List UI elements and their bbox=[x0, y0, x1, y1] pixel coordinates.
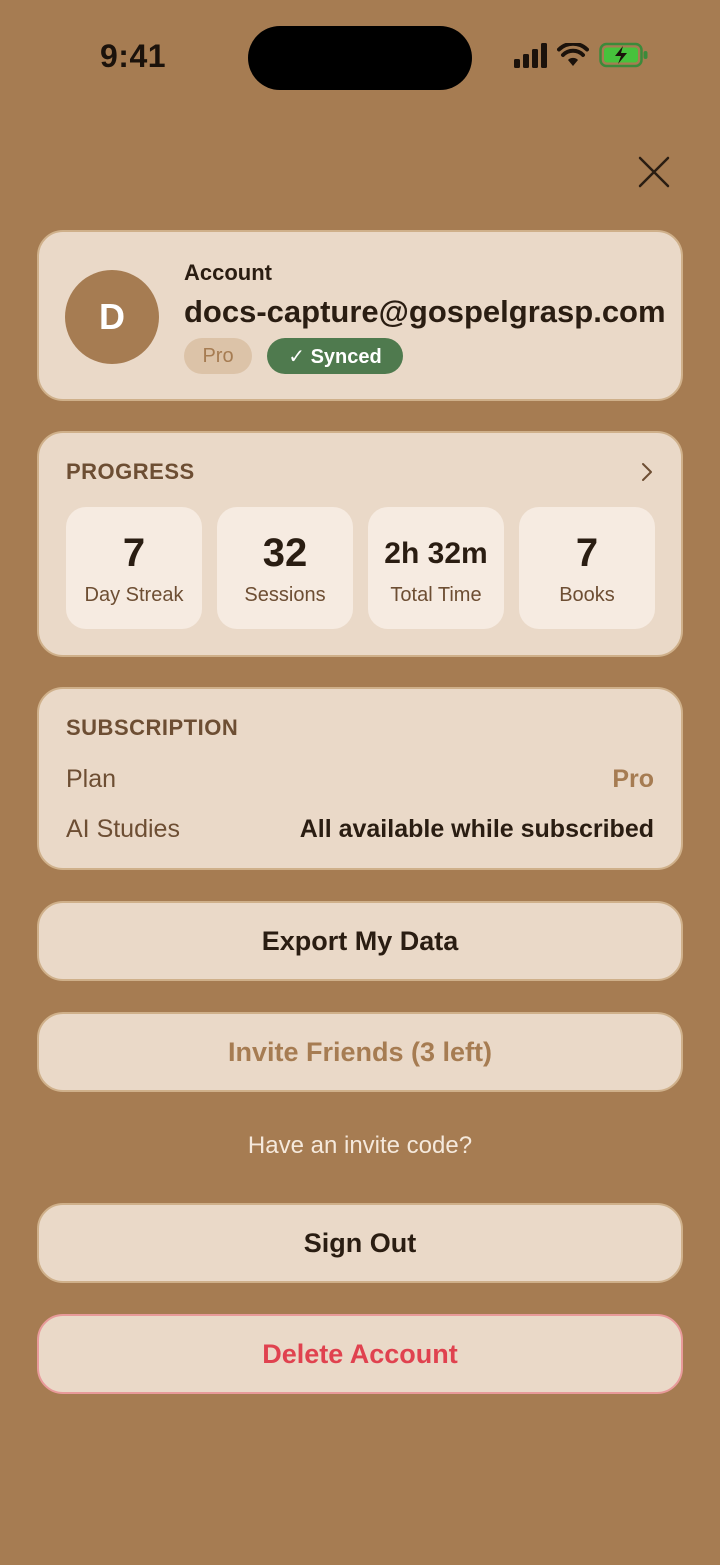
progress-title: PROGRESS bbox=[66, 459, 195, 484]
plan-badge: Pro bbox=[184, 338, 252, 374]
stat-value: 7 bbox=[122, 531, 146, 575]
stat-value: 7 bbox=[575, 531, 599, 575]
invite-code-link[interactable]: Have an invite code? bbox=[0, 1132, 720, 1160]
subscription-card: SUBSCRIPTION Plan Pro AI Studies All ava… bbox=[37, 687, 683, 870]
ai-studies-value: All available while subscribed bbox=[299, 815, 654, 843]
plan-label: Plan bbox=[66, 765, 117, 793]
stat-label: Sessions bbox=[244, 584, 326, 606]
avatar: D bbox=[65, 270, 159, 364]
ai-studies-label: AI Studies bbox=[66, 815, 180, 843]
stat-day-streak: 7 Day Streak bbox=[66, 507, 202, 629]
account-label: Account bbox=[184, 260, 272, 285]
dynamic-island bbox=[248, 26, 472, 90]
battery-charging-icon bbox=[599, 42, 648, 68]
account-email: docs-capture@gospelgrasp.com bbox=[184, 294, 666, 329]
wifi-icon bbox=[557, 43, 589, 66]
stat-label: Day Streak bbox=[84, 584, 184, 606]
stat-books: 7 Books bbox=[519, 507, 655, 629]
ai-studies-row: AI Studies All available while subscribe… bbox=[66, 815, 654, 844]
status-icons bbox=[514, 42, 649, 68]
synced-badge: ✓ Synced bbox=[267, 338, 403, 374]
cellular-signal-icon bbox=[514, 42, 547, 68]
stat-value: 2h 32m bbox=[384, 537, 488, 570]
invite-friends-button[interactable]: Invite Friends (3 left) bbox=[37, 1012, 683, 1092]
progress-card[interactable]: PROGRESS 7 Day Streak 32 Sessions 2h 32m… bbox=[37, 431, 683, 657]
stat-total-time: 2h 32m Total Time bbox=[368, 507, 504, 629]
account-card: D Account docs-capture@gospelgrasp.com P… bbox=[37, 230, 683, 401]
sign-out-button[interactable]: Sign Out bbox=[37, 1203, 683, 1283]
status-time: 9:41 bbox=[100, 38, 167, 74]
export-data-button[interactable]: Export My Data bbox=[37, 901, 683, 981]
delete-account-button[interactable]: Delete Account bbox=[37, 1314, 683, 1394]
stat-label: Total Time bbox=[390, 584, 482, 606]
subscription-title: SUBSCRIPTION bbox=[66, 715, 239, 740]
stat-value: 32 bbox=[262, 531, 308, 575]
stat-label: Books bbox=[559, 584, 615, 606]
close-icon[interactable] bbox=[632, 150, 676, 194]
plan-value: Pro bbox=[612, 765, 654, 793]
stat-sessions: 32 Sessions bbox=[217, 507, 353, 629]
account-screen: 9:41 D Account docs-capture@gospelgrasp.… bbox=[0, 0, 720, 1565]
chevron-right-icon[interactable] bbox=[639, 461, 655, 483]
plan-row: Plan Pro bbox=[66, 765, 654, 794]
